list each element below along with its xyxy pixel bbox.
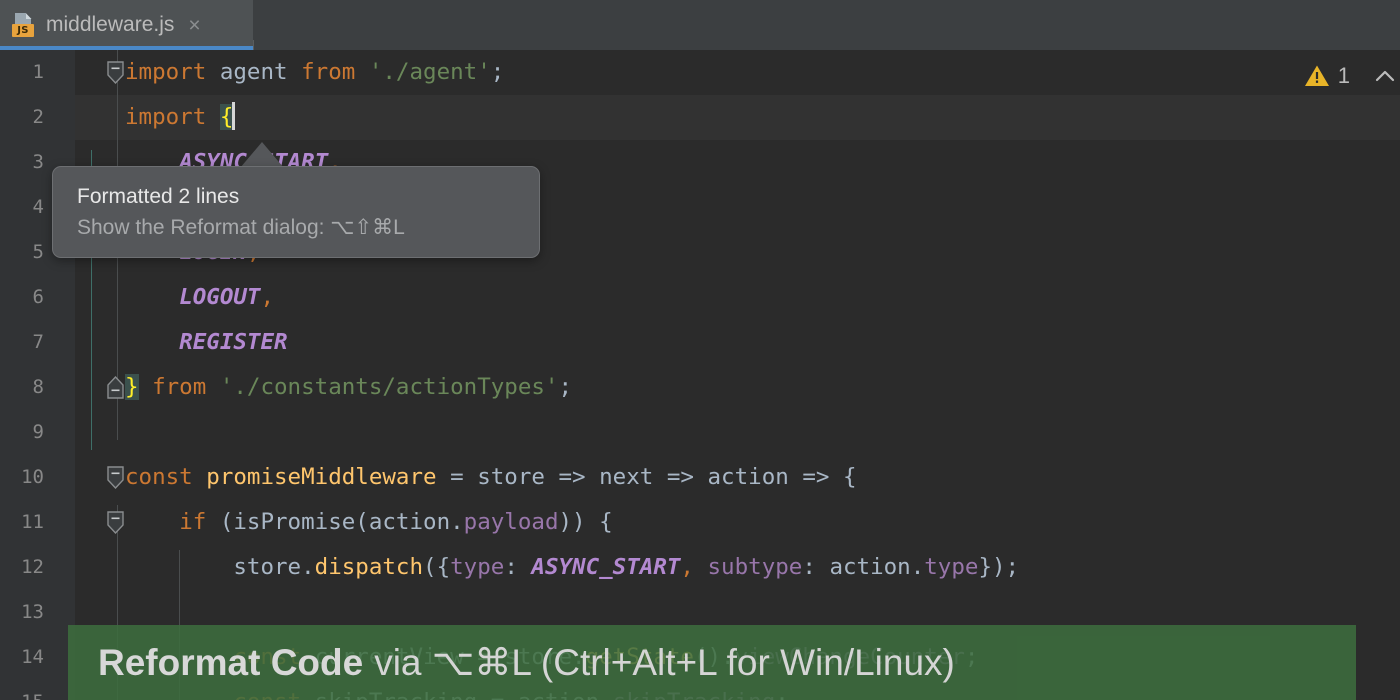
line-number: 14 [21, 646, 44, 668]
code-line-11[interactable]: 11 if (isPromise(action.payload)) { [0, 500, 1400, 545]
warning-triangle-icon[interactable] [1304, 64, 1330, 88]
line-number: 9 [32, 421, 44, 443]
warning-count: 1 [1337, 63, 1350, 88]
fold-collapse-end-icon[interactable] [106, 365, 125, 410]
editor-window: JS middleware.js × 1 import agent from '… [0, 0, 1400, 700]
banner-title: Reformat Code [98, 641, 364, 683]
code-text-8: } from './constants/actionTypes'; [125, 374, 573, 400]
line-number: 3 [32, 151, 44, 173]
code-line-1[interactable]: 1 import agent from './agent'; [0, 50, 1400, 95]
code-line-12[interactable]: 12 store.dispatch({type: ASYNC_START, su… [0, 545, 1400, 590]
js-badge-label: JS [12, 24, 34, 37]
line-number: 12 [21, 556, 44, 578]
code-editor[interactable]: 1 import agent from './agent'; 2 import … [0, 50, 1400, 700]
line-number: 6 [32, 286, 44, 308]
tab-middleware-js[interactable]: JS middleware.js × [0, 0, 253, 50]
code-line-9[interactable]: 9 [0, 410, 1400, 455]
line-number: 11 [21, 511, 44, 533]
fold-collapse-icon[interactable] [106, 50, 125, 95]
line-number: 10 [21, 466, 44, 488]
code-line-8[interactable]: 8 } from './constants/actionTypes'; [0, 365, 1400, 410]
code-text-7: REGISTER [179, 329, 288, 355]
js-file-icon: JS [12, 12, 36, 38]
fold-collapse-icon[interactable] [106, 500, 125, 545]
line-number: 7 [32, 331, 44, 353]
line-number: 4 [32, 196, 44, 218]
line-number: 1 [32, 61, 44, 83]
tab-divider [253, 40, 254, 50]
code-text-1: import agent from './agent'; [125, 59, 505, 85]
chevron-up-icon[interactable] [1372, 64, 1398, 88]
code-text-2: import { [125, 102, 236, 130]
code-text-12: store.dispatch({type: ASYNC_START, subty… [233, 554, 1020, 580]
line-number: 2 [32, 106, 44, 128]
code-line-6[interactable]: 6 LOGOUT, [0, 275, 1400, 320]
banner-subtitle: via ⌥⌘L (Ctrl+Alt+L for Win/Linux) [374, 642, 955, 683]
line-number: 15 [0, 680, 44, 700]
line-number: 13 [21, 601, 44, 623]
tooltip-pointer [240, 142, 284, 168]
line-number: 8 [32, 376, 44, 398]
code-text-6: LOGOUT, [179, 284, 275, 310]
tooltip-subtitle: Show the Reformat dialog: ⌥⇧⌘L [77, 216, 405, 239]
code-line-10[interactable]: 10 const promiseMiddleware = store => ne… [0, 455, 1400, 500]
reformat-tooltip: Formatted 2 lines Show the Reformat dial… [52, 166, 540, 258]
close-icon[interactable]: × [188, 15, 200, 36]
code-text-11: if (isPromise(action.payload)) { [179, 509, 613, 535]
line-number: 5 [32, 241, 44, 263]
code-line-7[interactable]: 7 REGISTER [0, 320, 1400, 365]
code-text-10: const promiseMiddleware = store => next … [125, 464, 857, 490]
tooltip-title: Formatted 2 lines [77, 185, 240, 208]
inspection-widget[interactable]: 1 [1304, 56, 1400, 96]
text-caret [232, 102, 236, 130]
fold-collapse-icon[interactable] [106, 455, 125, 500]
tab-title: middleware.js [46, 13, 175, 36]
code-line-2[interactable]: 2 import { [0, 95, 1400, 140]
editor-tab-bar: JS middleware.js × [0, 0, 1400, 50]
reformat-banner: Reformat Code via ⌥⌘L (Ctrl+Alt+L for Wi… [68, 625, 1356, 700]
